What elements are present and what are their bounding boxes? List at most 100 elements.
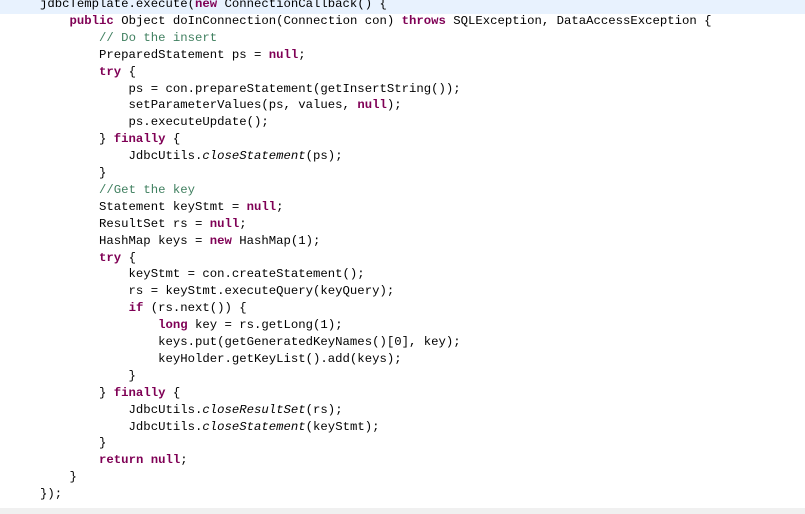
code-token: {	[165, 385, 181, 400]
keyword-token: new	[209, 233, 232, 248]
code-line[interactable]: }	[0, 166, 805, 183]
keyword-token: null	[150, 453, 181, 468]
code-token: {	[121, 250, 136, 265]
code-line[interactable]: long key = rs.getLong(1);	[0, 318, 805, 335]
static-method-token: closeStatement	[202, 149, 306, 164]
code-token: ;	[239, 216, 247, 231]
keyword-token: throws	[401, 13, 446, 28]
code-line[interactable]: keys.put(getGeneratedKeyNames()[0], key)…	[0, 335, 805, 352]
keyword-token: long	[158, 318, 188, 333]
code-token: keys.put(getGeneratedKeyNames()[0], key)…	[40, 335, 461, 349]
code-text: });	[40, 486, 62, 503]
code-text: } finally {	[40, 131, 180, 148]
code-line[interactable]: try {	[0, 65, 805, 82]
code-token: JdbcUtils.	[40, 419, 203, 434]
code-text: PreparedStatement ps = null;	[40, 47, 306, 64]
code-text: } finally {	[40, 385, 180, 402]
code-line[interactable]: return null;	[0, 453, 805, 470]
code-line[interactable]: JdbcUtils.closeStatement(keyStmt);	[0, 420, 805, 437]
code-token: HashMap keys =	[40, 233, 210, 248]
code-text: if (rs.next()) {	[40, 300, 247, 317]
code-token: jdbcTemplate.execute(	[40, 0, 195, 11]
code-token: }	[40, 368, 136, 383]
code-line[interactable]: if (rs.next()) {	[0, 301, 805, 318]
code-text: JdbcUtils.closeStatement(keyStmt);	[40, 419, 380, 436]
keyword-token: null	[268, 47, 299, 62]
code-token: JdbcUtils.	[40, 149, 203, 164]
code-line[interactable]: }	[0, 369, 805, 386]
code-line[interactable]: PreparedStatement ps = null;	[0, 48, 805, 65]
code-token: setParameterValues(ps, values,	[40, 98, 358, 113]
horizontal-scrollbar[interactable]	[0, 508, 805, 514]
keyword-token: null	[357, 98, 387, 113]
keyword-token: null	[246, 199, 277, 214]
code-token: });	[40, 487, 63, 502]
code-line[interactable]: } finally {	[0, 386, 805, 403]
code-token: (ps);	[305, 149, 343, 164]
code-token: ps.executeUpdate();	[40, 115, 269, 130]
code-text: keys.put(getGeneratedKeyNames()[0], key)…	[40, 334, 461, 351]
code-text: jdbcTemplate.execute(new ConnectionCallb…	[40, 0, 387, 13]
code-line[interactable]: keyHolder.getKeyList().add(keys);	[0, 352, 805, 369]
code-token: ;	[276, 199, 284, 214]
keyword-token: null	[209, 216, 240, 231]
code-text: HashMap keys = new HashMap(1);	[40, 233, 320, 250]
code-line[interactable]: JdbcUtils.closeStatement(ps);	[0, 149, 805, 166]
code-line[interactable]: });	[0, 487, 805, 504]
code-line[interactable]: setParameterValues(ps, values, null);	[0, 98, 805, 115]
code-token: }	[40, 385, 114, 400]
code-token: {	[165, 132, 181, 147]
code-line[interactable]: JdbcUtils.closeResultSet(rs);	[0, 403, 805, 420]
code-token: );	[386, 98, 402, 113]
code-editor[interactable]: jdbcTemplate.execute(new ConnectionCallb…	[0, 0, 805, 508]
code-text: }	[40, 469, 77, 486]
code-line[interactable]: public Object doInConnection(Connection …	[0, 14, 805, 31]
code-line[interactable]: } finally {	[0, 132, 805, 149]
code-line[interactable]: HashMap keys = new HashMap(1);	[0, 234, 805, 251]
code-line[interactable]: try {	[0, 251, 805, 268]
code-token: ps = con.prepareStatement(getInsertStrin…	[40, 81, 461, 96]
code-line[interactable]: keyStmt = con.createStatement();	[0, 267, 805, 284]
code-token: ;	[298, 47, 306, 62]
keyword-token: public	[69, 13, 114, 28]
code-token: ;	[180, 453, 188, 468]
code-line[interactable]: rs = keyStmt.executeQuery(keyQuery);	[0, 284, 805, 301]
code-line[interactable]: ps.executeUpdate();	[0, 115, 805, 132]
code-token: }	[40, 470, 77, 485]
code-text: long key = rs.getLong(1);	[40, 317, 343, 334]
code-line[interactable]: }	[0, 436, 805, 453]
code-text: //Get the key	[40, 182, 195, 199]
code-text: public Object doInConnection(Connection …	[40, 13, 712, 30]
code-token: (rs.next()) {	[143, 301, 247, 316]
code-line[interactable]: //Get the key	[0, 183, 805, 200]
code-token: {	[121, 64, 136, 79]
code-line[interactable]: ps = con.prepareStatement(getInsertStrin…	[0, 82, 805, 99]
code-token: (rs);	[305, 402, 343, 417]
code-text: JdbcUtils.closeResultSet(rs);	[40, 402, 343, 419]
code-token: HashMap(1);	[231, 233, 321, 248]
code-line[interactable]: Statement keyStmt = null;	[0, 200, 805, 217]
keyword-token: new	[194, 0, 218, 11]
code-line[interactable]: // Do the insert	[0, 31, 805, 48]
code-text: ResultSet rs = null;	[40, 216, 247, 233]
code-text: setParameterValues(ps, values, null);	[40, 97, 402, 114]
code-line[interactable]: jdbcTemplate.execute(new ConnectionCallb…	[0, 0, 805, 14]
keyword-token: try	[99, 64, 122, 79]
code-line[interactable]: ResultSet rs = null;	[0, 217, 805, 234]
code-text: // Do the insert	[40, 30, 217, 47]
code-text: return null;	[40, 452, 188, 469]
code-text: }	[40, 435, 106, 452]
keyword-token: finally	[113, 132, 166, 147]
code-text: }	[40, 368, 136, 385]
code-line[interactable]: }	[0, 470, 805, 487]
code-token: Statement keyStmt =	[40, 199, 247, 214]
keyword-token: return	[99, 453, 144, 468]
code-token: rs = keyStmt.executeQuery(keyQuery);	[40, 284, 395, 299]
